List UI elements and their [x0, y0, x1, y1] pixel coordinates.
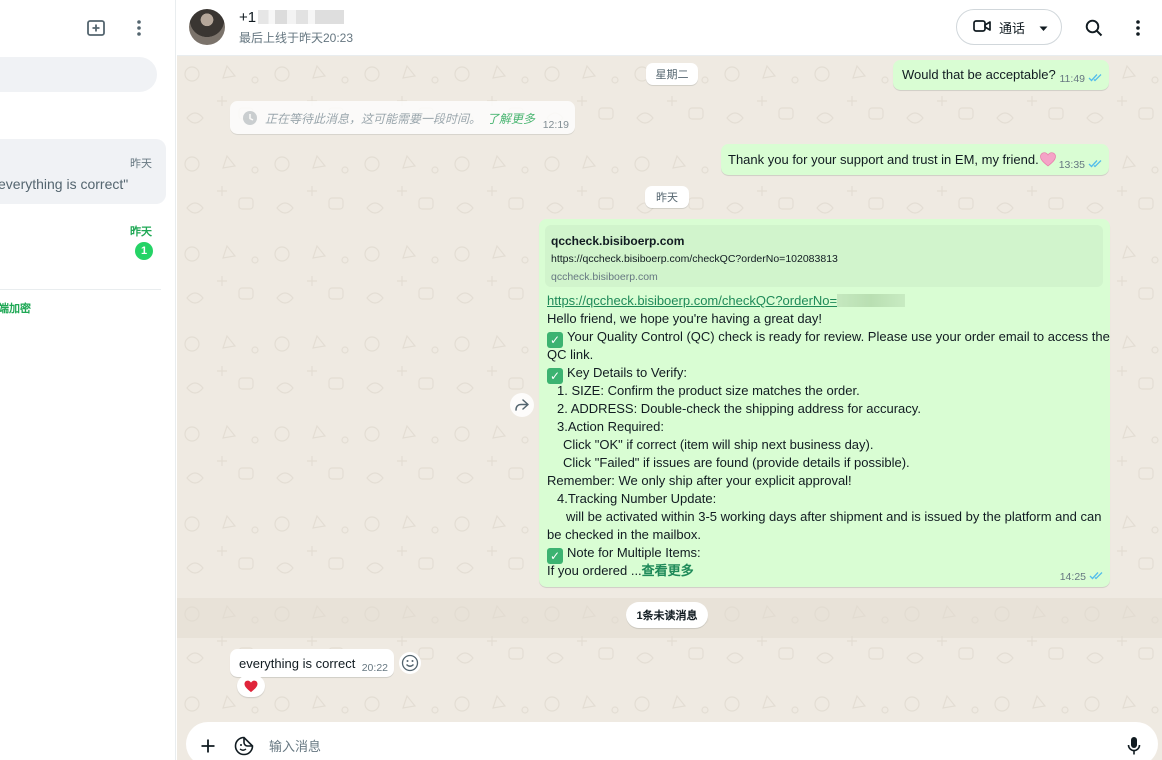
qc-link[interactable]: https://qccheck.bisiboerp.com/checkQC?or…	[547, 293, 837, 308]
heart-reaction[interactable]	[237, 675, 265, 697]
line: be checked in the mailbox.	[547, 527, 701, 542]
line: 3.Action Required:	[557, 419, 664, 434]
line: Your Quality Control (QC) check is ready…	[567, 329, 1110, 344]
line: will be activated within 3-5 working day…	[566, 509, 1102, 524]
message-time: 11:49	[1059, 73, 1086, 85]
link-preview-title: qccheck.bisiboerp.com	[551, 234, 685, 248]
compose-bar: 输入消息	[177, 720, 1162, 760]
message-meta: 14:25	[1060, 571, 1104, 583]
message-outgoing[interactable]: Thank you for your support and trust in …	[721, 144, 1109, 175]
chat-list-item[interactable]: 昨天 1	[0, 210, 166, 275]
conversation-panel: +1 最后上线于昨天20:23 通话 星期二 Would that be acc…	[177, 0, 1162, 760]
line: Hello friend, we hope you're having a gr…	[547, 311, 822, 326]
unread-badge: 1	[135, 242, 153, 260]
call-label: 通话	[999, 20, 1026, 36]
message-time: 20:22	[361, 662, 388, 674]
message-text: Would that be acceptable?	[902, 67, 1056, 82]
line: Click "Failed" if issues are found (prov…	[563, 455, 910, 470]
clock-icon	[242, 110, 258, 129]
chat-list-header	[0, 0, 175, 56]
learn-more-link[interactable]: 了解更多	[487, 112, 535, 126]
pink-heart-emoji	[1039, 152, 1056, 170]
redacted-name	[258, 10, 345, 24]
waiting-message-notice: 正在等待此消息，这可能需要一段时间。 了解更多 12:19	[230, 101, 575, 134]
message-meta: 13:35	[1059, 159, 1103, 171]
encryption-note[interactable]: 端加密	[0, 300, 31, 316]
link-preview-card[interactable]: qccheck.bisiboerp.com https://qccheck.bi…	[545, 225, 1103, 287]
line: 2. ADDRESS: Double-check the shipping ad…	[557, 401, 921, 416]
message-text: everything is correct	[239, 656, 356, 671]
react-emoji-icon[interactable]	[399, 652, 421, 674]
new-chat-icon[interactable]	[82, 14, 110, 42]
line: 1. SIZE: Confirm the product size matche…	[557, 383, 860, 398]
waiting-text: 正在等待此消息，这可能需要一段时间。 了解更多	[265, 110, 535, 127]
date-separator: 昨天	[645, 186, 689, 208]
plus-icon[interactable]	[196, 734, 220, 758]
read-receipt-icon	[1088, 73, 1103, 85]
divider	[0, 289, 161, 290]
contact-avatar[interactable]	[189, 9, 225, 45]
chat-list-panel: 昨天 everything is correct" 昨天 1 端加密	[0, 0, 176, 760]
chat-list-item-active[interactable]: 昨天 everything is correct"	[0, 139, 166, 204]
message-meta: 11:49	[1060, 73, 1104, 85]
read-more-link[interactable]: 查看更多	[642, 563, 694, 578]
message-text-body: Thank you for your support and trust in …	[728, 152, 1039, 167]
line: Note for Multiple Items:	[567, 545, 701, 560]
contact-name[interactable]: +1	[239, 9, 345, 26]
search-icon[interactable]	[1080, 14, 1108, 42]
waiting-text-body: 正在等待此消息，这可能需要一段时间。	[265, 112, 482, 126]
message-outgoing-qc[interactable]: qccheck.bisiboerp.com https://qccheck.bi…	[539, 219, 1110, 587]
contact-name-text: +1	[239, 9, 257, 26]
video-camera-icon	[973, 19, 991, 36]
message-time: 13:35	[1058, 159, 1085, 171]
chat-time: 昨天	[130, 158, 152, 170]
line: QC link.	[547, 347, 594, 362]
chat-preview: everything is correct"	[0, 176, 129, 192]
line: Remember: We only ship after your explic…	[547, 473, 852, 488]
message-outgoing[interactable]: Would that be acceptable? 11:49	[893, 60, 1109, 90]
chevron-down-icon	[1039, 20, 1048, 35]
line: If you ordered ...	[547, 563, 642, 578]
message-input[interactable]: 输入消息	[269, 736, 321, 755]
sticker-icon[interactable]	[232, 734, 256, 758]
message-time: 12:19	[542, 119, 569, 131]
chat-time: 昨天	[130, 226, 152, 238]
date-separator: 星期二	[646, 63, 698, 85]
message-text: Thank you for your support and trust in …	[728, 152, 1056, 170]
line: Click "OK" if correct (item will ship ne…	[563, 437, 874, 452]
link-preview-url: https://qccheck.bisiboerp.com/checkQC?or…	[551, 253, 838, 265]
line: 4.Tracking Number Update:	[557, 491, 717, 506]
last-seen-status: 最后上线于昨天20:23	[239, 31, 354, 45]
redacted-order-number	[837, 294, 906, 307]
read-receipt-icon	[1089, 571, 1104, 583]
menu-icon[interactable]	[125, 14, 153, 42]
message-body: https://qccheck.bisiboerp.com/checkQC?or…	[547, 292, 1110, 580]
conversation-header[interactable]: +1 最后上线于昨天20:23 通话	[177, 0, 1162, 56]
message-time: 14:25	[1059, 571, 1086, 583]
compose-box: 输入消息	[186, 722, 1158, 760]
microphone-icon[interactable]	[1122, 734, 1146, 758]
forward-icon[interactable]	[510, 393, 534, 417]
call-button[interactable]: 通话	[956, 9, 1062, 45]
message-incoming[interactable]: everything is correct 20:22	[230, 649, 394, 677]
link-preview-domain: qccheck.bisiboerp.com	[551, 271, 658, 283]
unread-messages-label: 1条未读消息	[626, 602, 708, 628]
chat-search-input[interactable]	[0, 57, 157, 92]
read-receipt-icon	[1088, 159, 1103, 171]
line: Key Details to Verify:	[567, 365, 687, 380]
menu-icon[interactable]	[1124, 14, 1152, 42]
message-list[interactable]: 星期二 Would that be acceptable? 11:49 正在等待…	[177, 56, 1162, 720]
